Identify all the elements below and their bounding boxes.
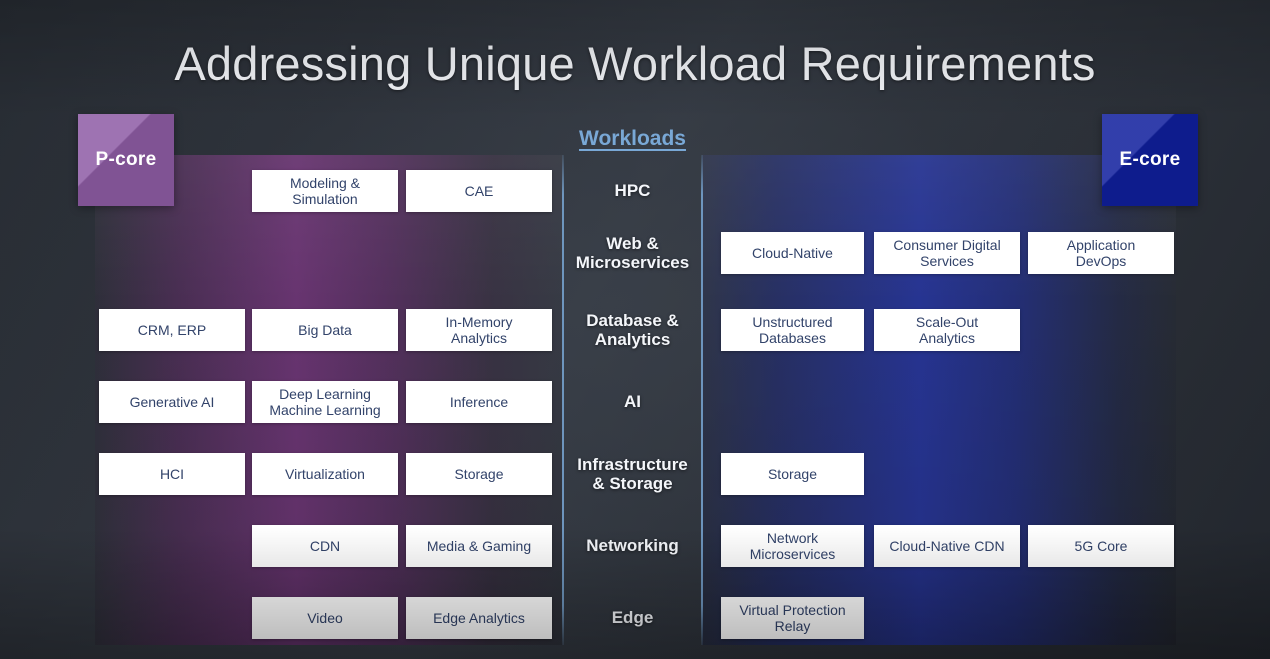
p-core-workload-cell[interactable]: Storage [406,453,552,495]
p-core-workload-cell[interactable]: Generative AI [99,381,245,423]
workload-category-label: Networking [586,536,679,556]
workload-row: AI Generative AI Deep Learning Machine Lear… [0,366,1270,438]
slide-canvas: Addressing Unique Workload Requirements … [0,0,1270,659]
p-core-workload-cell[interactable]: Modeling & Simulation [252,170,398,212]
workload-row: Database & Analytics CRM, ERP Big Data In-Me… [0,294,1270,366]
e-core-workload-cell[interactable]: Network Microservices [721,525,864,567]
p-core-workload-cell[interactable]: In-Memory Analytics [406,309,552,351]
p-core-workload-cell[interactable]: CAE [406,170,552,212]
workload-row: Networking CDN Media & Gaming Network Micros… [0,510,1270,582]
e-core-workload-cell[interactable]: 5G Core [1028,525,1174,567]
p-core-workload-cell[interactable]: Video [252,597,398,639]
workload-category-label: Edge [611,608,654,628]
workload-category-label: AI [624,392,641,412]
workload-category-label: Infrastructure & Storage [577,454,688,493]
p-core-workload-cell[interactable]: Virtualization [252,453,398,495]
e-core-workload-cell[interactable]: Storage [721,453,864,495]
e-core-workload-cell[interactable]: Consumer Digital Services [874,232,1020,274]
workloads-column-header: Workloads [579,127,686,150]
p-core-workload-cell[interactable]: CRM, ERP [99,309,245,351]
workload-category-label: Database & Analytics [586,310,679,349]
e-core-workload-cell[interactable]: Cloud-Native [721,232,864,274]
p-core-workload-cell[interactable]: HCI [99,453,245,495]
e-core-badge-label: E-core [1119,149,1181,170]
workload-row: Edge Video Edge Analytics Virtual Protectio… [0,582,1270,654]
p-core-workload-cell[interactable]: Edge Analytics [406,597,552,639]
p-core-workload-cell[interactable]: CDN [252,525,398,567]
e-core-workload-cell[interactable]: Unstructured Databases [721,309,864,351]
p-core-workload-cell[interactable]: Media & Gaming [406,525,552,567]
e-core-workload-cell[interactable]: Scale-Out Analytics [874,309,1020,351]
p-core-workload-cell[interactable]: Deep Learning Machine Learning [252,381,398,423]
p-core-workload-cell[interactable]: Big Data [252,309,398,351]
workload-row: Web & Microservices Cloud-Native Consumer D… [0,217,1270,289]
workload-category-label: Web & Microservices [575,233,690,272]
e-core-workload-cell[interactable]: Cloud-Native CDN [874,525,1020,567]
e-core-workload-cell[interactable]: Virtual Protection Relay [721,597,864,639]
e-core-workload-cell[interactable]: Application DevOps [1028,232,1174,274]
p-core-badge-label: P-core [95,149,157,170]
page-title: Addressing Unique Workload Requirements [174,37,1096,90]
workload-row: Infrastructure & Storage HCI Virtualization… [0,438,1270,510]
p-core-workload-cell[interactable]: Inference [406,381,552,423]
